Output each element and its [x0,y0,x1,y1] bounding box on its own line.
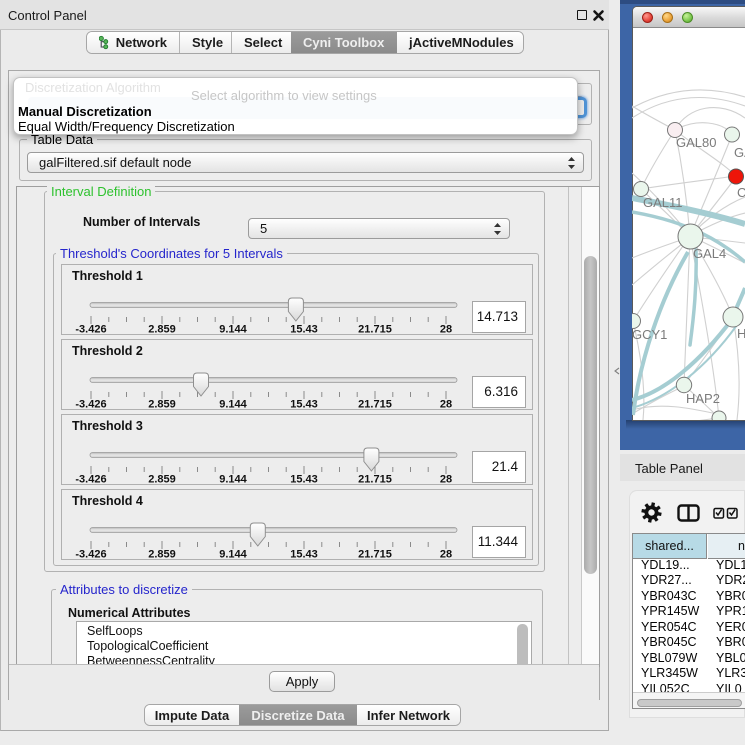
svg-text:GAL4: GAL4 [693,246,726,261]
svg-text:28: 28 [440,399,452,410]
svg-text:9.144: 9.144 [219,324,247,335]
svg-text:GAL11: GAL11 [643,195,683,210]
svg-text:2.859: 2.859 [148,399,176,410]
svg-text:-3.426: -3.426 [75,549,106,560]
svg-text:-3.426: -3.426 [75,474,106,485]
svg-text:21.715: 21.715 [358,474,392,485]
svg-text:HAP1: HAP1 [737,326,745,341]
svg-text:9.144: 9.144 [219,474,247,485]
svg-text:-3.426: -3.426 [75,399,106,410]
svg-text:15.43: 15.43 [290,474,318,485]
svg-text:15.43: 15.43 [290,324,318,335]
svg-text:15.43: 15.43 [290,549,318,560]
svg-text:GCY1: GCY1 [632,327,667,342]
svg-text:2.859: 2.859 [148,324,176,335]
svg-text:9.144: 9.144 [219,549,247,560]
svg-text:2.859: 2.859 [148,549,176,560]
svg-text:21.715: 21.715 [358,324,392,335]
svg-text:28: 28 [440,324,452,335]
svg-text:-3.426: -3.426 [75,324,106,335]
svg-text:21.715: 21.715 [358,399,392,410]
svg-text:15.43: 15.43 [290,399,318,410]
svg-text:21.715: 21.715 [358,549,392,560]
svg-text:2.859: 2.859 [148,474,176,485]
svg-text:9.144: 9.144 [219,399,247,410]
svg-text:GAL80: GAL80 [676,135,716,150]
svg-text:HAP2: HAP2 [686,391,720,406]
svg-text:CYC8: CYC8 [737,185,745,200]
svg-text:28: 28 [440,474,452,485]
svg-text:GAL3: GAL3 [734,145,745,160]
svg-text:28: 28 [440,549,452,560]
